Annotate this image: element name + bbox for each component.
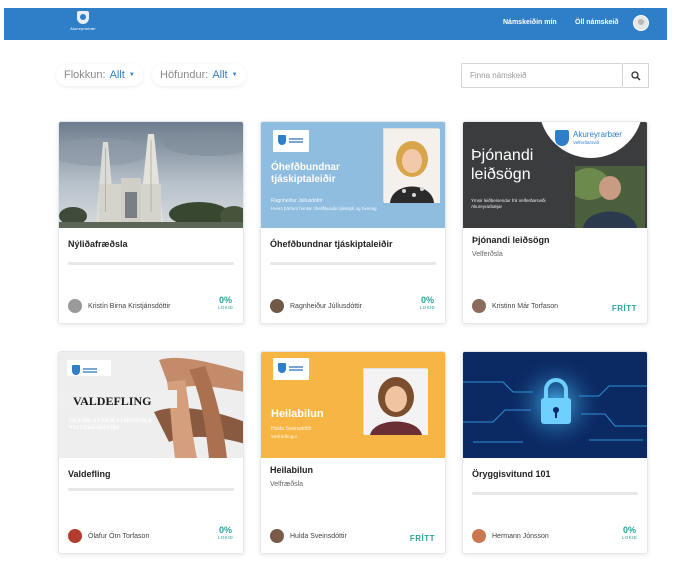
search-icon [630, 70, 640, 80]
author-avatar [270, 299, 284, 313]
chevron-down-icon: ▼ [128, 72, 135, 78]
course-author: Kristín Birna Kristjánsdóttir [68, 299, 170, 313]
slide-heading: Óhefðbundnar tjáskiptaleiðir [271, 162, 340, 185]
slide-description: Ýmsir leiðbeinendur frá Velferðarsviði A… [471, 198, 546, 209]
completion-status: 0% LOKIÐ [218, 295, 233, 310]
course-image-slide: Óhefðbundnar tjáskiptaleiðir Ragnheiður … [261, 122, 445, 228]
completion-percent: 0% [622, 525, 636, 535]
presenter-photo [575, 166, 645, 228]
author-avatar [68, 529, 82, 543]
course-category: Velfræðsla [270, 481, 304, 488]
author-avatar [270, 529, 284, 543]
slide-heading: Heilabilun [271, 408, 324, 420]
author-name: Hulda Sveinsdóttir [290, 532, 347, 540]
completion-label: LOKIÐ [621, 535, 637, 540]
progress-bar [68, 262, 234, 265]
price-badge: FRÍTT [611, 304, 637, 313]
course-image-security [463, 352, 647, 458]
presenter-photo [383, 128, 440, 203]
slide-heading: VALDEFLING [73, 394, 152, 408]
author-name: Kristinn Már Torfason [492, 302, 559, 310]
organization-logo [67, 360, 111, 376]
course-title[interactable]: Nýliðafræðsla [68, 239, 128, 249]
course-author: Ólafur Örn Torfason [68, 529, 149, 543]
course-card[interactable]: Þjónandi leiðsögn Ýmsir leiðbeinendur fr… [462, 121, 648, 324]
price-badge: FRÍTT [409, 534, 435, 543]
course-title[interactable]: Valdefling [68, 469, 111, 479]
nav-all-courses[interactable]: Öll námskeið [575, 19, 619, 26]
completion-percent: 0% [420, 295, 434, 305]
presenter-photo [363, 368, 428, 435]
author-avatar [68, 299, 82, 313]
course-author: Hulda Sveinsdóttir [270, 529, 347, 543]
author-name: Kristín Birna Kristjánsdóttir [88, 302, 171, 310]
crest-icon [555, 130, 569, 146]
course-title[interactable]: Óhefðbundnar tjáskiptaleiðir [270, 239, 393, 249]
course-title[interactable]: Öryggisvitund 101 [472, 469, 551, 479]
category-filter-label: Flokkun: [64, 69, 106, 81]
nav-my-courses[interactable]: Námskeiðin mín [503, 19, 557, 26]
crest-icon [77, 11, 89, 24]
brand-subtitle: Velferðarsvið [573, 140, 600, 145]
progress-bar [270, 262, 436, 265]
slide-heading-line1: Þjónandi [471, 147, 534, 164]
course-category: Velferðsla [472, 251, 503, 258]
author-filter[interactable]: Höfundur: Allt ▼ [152, 64, 246, 86]
course-image-slide: Þjónandi leiðsögn Ýmsir leiðbeinendur fr… [463, 122, 647, 228]
course-card[interactable]: Nýliðafræðsla Kristín Birna Kristjánsdót… [58, 121, 244, 324]
completion-status: 0% LOKIÐ [622, 525, 637, 540]
organization-logo [273, 130, 309, 152]
course-card[interactable]: Öryggisvitund 101 Hermann Jónsson 0% LOK… [462, 351, 648, 554]
progress-bar [68, 488, 234, 491]
category-filter[interactable]: Flokkun: Allt ▼ [56, 64, 143, 86]
completion-status: 0% LOKIÐ [420, 295, 435, 310]
completion-label: LOKIÐ [419, 305, 435, 310]
author-avatar [472, 529, 486, 543]
course-author: Hermann Jónsson [472, 529, 549, 543]
chevron-down-icon: ▼ [231, 72, 238, 78]
organization-logo [273, 358, 309, 380]
course-image-church [59, 122, 243, 228]
course-card[interactable]: Óhefðbundnar tjáskiptaleiðir Ragnheiður … [260, 121, 446, 324]
course-card[interactable]: Heilabilun Hulda Sveinsdóttir Sérfræðing… [260, 351, 446, 554]
user-avatar[interactable] [633, 15, 649, 31]
author-filter-value: Allt [212, 69, 228, 81]
author-name: Ólafur Örn Torfason [88, 532, 150, 540]
author-filter-label: Höfundur: [160, 69, 209, 81]
slide-presenter: Hulda Sveinsdóttir [271, 426, 312, 432]
akureyrarbaer-logo[interactable]: Akureyrarbær [60, 11, 106, 37]
course-author: Ragnheiður Júlíusdóttir [270, 299, 362, 313]
course-author: Kristinn Már Torfason [472, 299, 558, 313]
completion-label: LOKIÐ [217, 305, 233, 310]
author-avatar [472, 299, 486, 313]
brand-badge: Akureyrarbær Velferðarsvið [539, 122, 643, 158]
search-button[interactable] [623, 63, 649, 88]
slide-description: Hvers þörfum hentar óhefðbundin tjáskipt… [271, 206, 377, 211]
completion-status: 0% LOKIÐ [218, 525, 233, 540]
course-image-slide: VALDEFLING FRÆÐSLA FYRIR STARFSFÓLK VELF… [59, 352, 243, 458]
slide-heading-line2: leiðsögn [471, 166, 531, 183]
slide-role: Sérfræðingur [271, 434, 298, 439]
author-name: Ragnheiður Júlíusdóttir [290, 302, 362, 310]
course-title[interactable]: Þjónandi leiðsögn [472, 235, 550, 245]
course-card[interactable]: VALDEFLING FRÆÐSLA FYRIR STARFSFÓLK VELF… [58, 351, 244, 554]
completion-percent: 0% [218, 295, 232, 305]
course-image-slide: Heilabilun Hulda Sveinsdóttir Sérfræðing… [261, 352, 445, 458]
completion-percent: 0% [218, 525, 232, 535]
progress-bar [472, 492, 638, 495]
top-navigation-bar: Akureyrarbær Námskeiðin mín Öll námskeið [4, 8, 667, 40]
course-title[interactable]: Heilabilun [270, 465, 313, 475]
brand-name: Akureyrarbær [573, 130, 622, 139]
completion-label: LOKIÐ [217, 535, 233, 540]
author-name: Hermann Jónsson [492, 532, 549, 540]
slide-subheading: FRÆÐSLA FYRIR STARFSFÓLK VELFERÐARSVIÐS [69, 418, 153, 431]
course-search-input[interactable] [461, 63, 623, 88]
slide-presenter: Ragnheiður Júlíusdóttir [271, 198, 323, 204]
logo-text: Akureyrarbær [70, 26, 96, 31]
category-filter-value: Allt [109, 69, 125, 81]
